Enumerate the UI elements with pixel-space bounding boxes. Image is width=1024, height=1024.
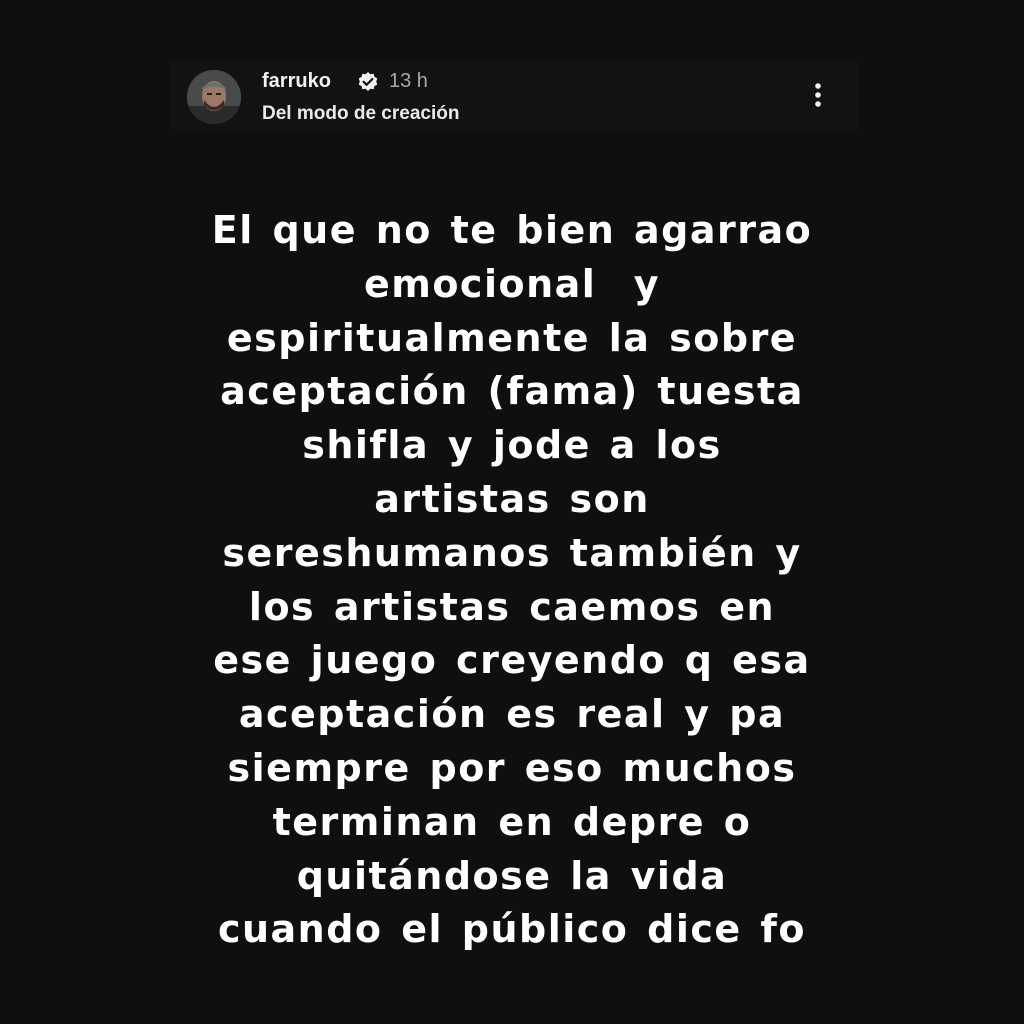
story-text-line: ese juego creyendo q esa bbox=[213, 638, 811, 683]
story-text-line: aceptación es real y pa bbox=[238, 692, 786, 737]
avatar[interactable] bbox=[187, 70, 241, 124]
story-text-line: aceptación (fama) tuesta bbox=[220, 369, 804, 414]
story-text-line: artistas son bbox=[374, 476, 650, 521]
verified-badge-icon bbox=[357, 71, 379, 93]
story-text-line: terminan en depre o bbox=[272, 799, 752, 844]
story-text-line: siempre por eso muchos bbox=[227, 745, 797, 790]
story-text-line: cuando el público dice fo bbox=[217, 907, 807, 952]
more-options-icon[interactable] bbox=[806, 80, 830, 114]
username[interactable]: farruko bbox=[262, 68, 331, 94]
story-text-line: sereshumanos también y bbox=[222, 530, 802, 575]
story-text: El que no te bien agarrao emocional y es… bbox=[172, 204, 852, 957]
story-timestamp: 13 h bbox=[389, 70, 428, 92]
story-text-line: El que no te bien agarrao bbox=[211, 208, 813, 252]
story-source-label[interactable]: Del modo de creación bbox=[262, 102, 459, 126]
story-text-line: emocional y bbox=[363, 261, 661, 306]
story-text-line: los artistas caemos en bbox=[248, 584, 776, 629]
story-text-line: quitándose la vida bbox=[296, 853, 728, 898]
story-text-line: shifla y jode a los bbox=[302, 423, 722, 468]
story-text-line: espiritualmente la sobre bbox=[226, 315, 798, 360]
story-viewer: farruko 13 h Del modo de creación El que… bbox=[0, 0, 1024, 1024]
avatar-image bbox=[187, 70, 241, 124]
